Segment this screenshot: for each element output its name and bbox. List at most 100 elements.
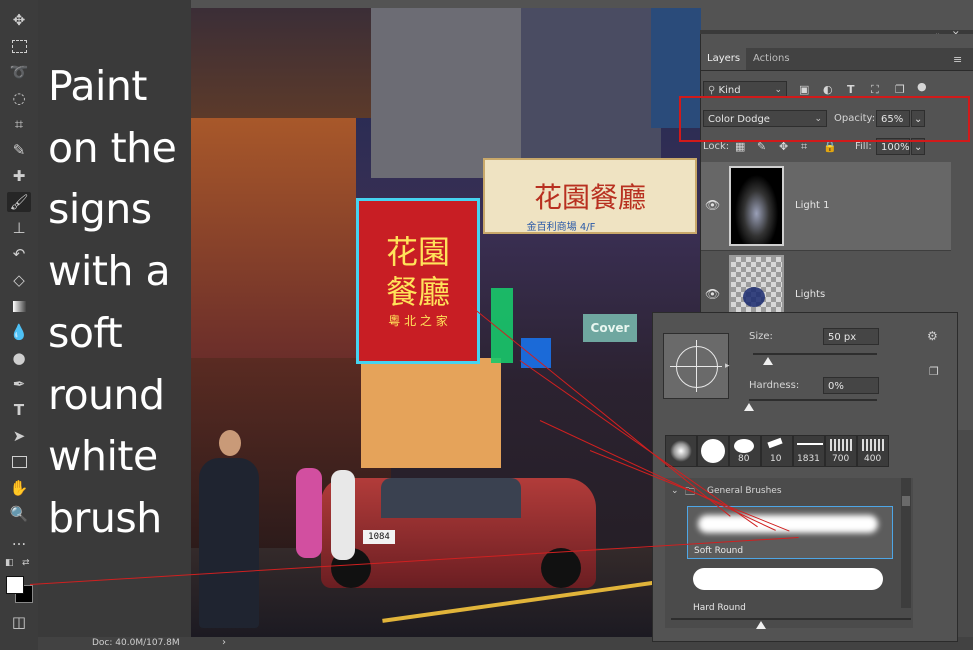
tab-actions[interactable]: Actions bbox=[747, 48, 796, 70]
more-icon[interactable]: ... bbox=[7, 530, 31, 550]
new-preset-icon[interactable]: ❐ bbox=[929, 365, 939, 378]
filter-type-icon[interactable]: T bbox=[847, 83, 855, 96]
rectangle-icon[interactable] bbox=[7, 452, 31, 472]
quick-mask-icon[interactable]: ◫ bbox=[7, 612, 31, 632]
person bbox=[296, 468, 322, 558]
eye-icon[interactable]: 👁 bbox=[705, 287, 720, 301]
layer-name[interactable]: Lights bbox=[795, 289, 825, 300]
healing-icon[interactable]: ✚ bbox=[7, 166, 31, 186]
brush-item-soft-round[interactable]: Soft Round bbox=[687, 506, 893, 559]
search-icon: ⚲ bbox=[708, 85, 719, 96]
history-brush-icon[interactable]: ↶ bbox=[7, 244, 31, 264]
soft-brush-icon bbox=[670, 440, 692, 462]
building bbox=[371, 8, 521, 178]
brush-tip-circle bbox=[676, 346, 718, 388]
brush-preset[interactable]: 1831 bbox=[793, 435, 825, 467]
brush-preset[interactable]: 80 bbox=[729, 435, 761, 467]
tab-layers[interactable]: Layers bbox=[701, 48, 747, 70]
size-slider-track[interactable] bbox=[753, 353, 877, 355]
storefront-signs bbox=[191, 118, 356, 358]
scrollbar-thumb[interactable] bbox=[902, 496, 910, 506]
hardness-input[interactable]: 0% bbox=[823, 377, 879, 394]
lock-label: Lock: bbox=[703, 141, 730, 152]
hard-stroke-preview bbox=[693, 568, 883, 590]
preset-size: 80 bbox=[738, 454, 750, 464]
size-input[interactable]: 50 px bbox=[823, 328, 879, 345]
dodge-icon[interactable]: ● bbox=[7, 348, 31, 368]
hardness-slider-track[interactable] bbox=[749, 399, 877, 401]
chevron-down-icon: ⌄ bbox=[914, 142, 923, 153]
crop-icon[interactable]: ⌗ bbox=[7, 114, 31, 134]
filter-adjustment-icon[interactable]: ◐ bbox=[823, 83, 833, 96]
eye-icon[interactable]: 👁 bbox=[705, 198, 720, 212]
brush-preset[interactable]: 700 bbox=[825, 435, 857, 467]
brush-angle-preview[interactable] bbox=[663, 333, 729, 399]
hard-brush-icon bbox=[701, 439, 725, 463]
chevron-right-icon: ▸ bbox=[725, 361, 730, 371]
brush-item-hard-round[interactable]: Hard Round bbox=[687, 562, 893, 615]
size-slider-thumb[interactable] bbox=[762, 357, 773, 365]
brush-list: ⌄ 🗀 General Brushes Soft Round Hard Roun… bbox=[665, 478, 913, 628]
canvas-photo[interactable]: 花園餐廳 金百利商場 4/F 花園 餐廳 粵 北 之 家 Cover 1084 bbox=[191, 8, 701, 637]
filter-toggle-icon[interactable]: ● bbox=[917, 80, 927, 93]
preset-size: 400 bbox=[864, 454, 882, 464]
building bbox=[521, 8, 661, 158]
brush-icon[interactable]: 🖌 bbox=[7, 192, 31, 212]
hand-icon[interactable]: ✋ bbox=[7, 478, 31, 498]
instruction-text: Paint on the signs with a soft round whi… bbox=[48, 62, 177, 542]
preview-size-slider[interactable] bbox=[671, 618, 911, 620]
brush-preset[interactable]: 10 bbox=[761, 435, 793, 467]
preset-size: 10 bbox=[770, 454, 782, 464]
brush-preset[interactable] bbox=[665, 435, 697, 467]
hardness-slider-thumb[interactable] bbox=[744, 403, 754, 411]
brush-preset[interactable] bbox=[697, 435, 729, 467]
bristle-brush-icon bbox=[830, 439, 854, 451]
layer-row-light-1[interactable]: 👁 Light 1 bbox=[701, 162, 951, 251]
person-head bbox=[219, 430, 241, 456]
wheel bbox=[541, 548, 581, 588]
eyedropper-icon[interactable]: ✎ bbox=[7, 140, 31, 160]
panel-menu-icon[interactable]: ≡ bbox=[953, 53, 962, 66]
quick-select-icon[interactable]: ◌ bbox=[7, 88, 31, 108]
list-scrollbar[interactable] bbox=[901, 478, 911, 608]
gradient-icon[interactable] bbox=[7, 296, 31, 316]
brush-name: Hard Round bbox=[693, 603, 746, 613]
brush-group-name[interactable]: General Brushes bbox=[707, 486, 782, 496]
blur-icon[interactable]: 💧 bbox=[7, 322, 31, 342]
gear-icon[interactable]: ⚙ bbox=[927, 329, 938, 343]
person bbox=[331, 470, 355, 560]
filter-smart-object-icon[interactable]: ❐ bbox=[895, 83, 905, 96]
filter-pixel-icon[interactable]: ▣ bbox=[799, 83, 809, 96]
eraser-icon[interactable]: ◇ bbox=[7, 270, 31, 290]
stamp-icon[interactable]: ⊥ bbox=[7, 218, 31, 238]
layers-panel: Layers Actions ≡ ⚲ Kind ⌄ ▣ ◐ T ⛶ ❐ ● Co… bbox=[700, 34, 973, 340]
person bbox=[199, 458, 259, 628]
move-icon[interactable]: ✥ bbox=[7, 10, 31, 30]
brush-preset-picker: ▸ Size: 50 px Hardness: 0% ⚙ ❐ 80 10 183… bbox=[652, 312, 958, 642]
taxi-window bbox=[381, 478, 521, 518]
lock-artboard-icon[interactable]: ⌗ bbox=[801, 140, 807, 154]
highlight-box bbox=[679, 96, 970, 142]
layer-name[interactable]: Light 1 bbox=[795, 200, 830, 211]
brush-preset[interactable]: 400 bbox=[857, 435, 889, 467]
marquee-icon[interactable] bbox=[7, 36, 31, 56]
filter-shape-icon[interactable]: ⛶ bbox=[871, 83, 879, 97]
zoom-icon[interactable]: 🔍 bbox=[7, 504, 31, 524]
default-colors-icon[interactable]: ◧ bbox=[5, 558, 14, 568]
lasso-icon[interactable]: ➰ bbox=[7, 62, 31, 82]
chevron-down-icon[interactable]: ⌄ bbox=[671, 486, 679, 496]
license-plate: 1084 bbox=[363, 530, 395, 544]
lit-shop bbox=[361, 358, 501, 468]
fill-label: Fill: bbox=[855, 141, 872, 152]
tools-panel: ✥ ➰ ◌ ⌗ ✎ ✚ 🖌 ⊥ ↶ ◇ 💧 ● ✒ T ➤ ✋ 🔍 ... ◧ … bbox=[0, 0, 39, 650]
swap-colors-icon[interactable]: ⇄ bbox=[22, 558, 30, 568]
sign-text: 花園餐廳 bbox=[533, 181, 646, 214]
preview-size-thumb[interactable] bbox=[756, 621, 766, 629]
preset-size: 700 bbox=[832, 454, 850, 464]
pen-icon[interactable]: ✒ bbox=[7, 374, 31, 394]
type-icon[interactable]: T bbox=[7, 400, 31, 420]
path-select-icon[interactable]: ➤ bbox=[7, 426, 31, 446]
status-menu-arrow[interactable]: › bbox=[222, 637, 226, 648]
neon-text: 餐廳 bbox=[385, 273, 450, 311]
foreground-color-swatch[interactable] bbox=[6, 576, 24, 594]
